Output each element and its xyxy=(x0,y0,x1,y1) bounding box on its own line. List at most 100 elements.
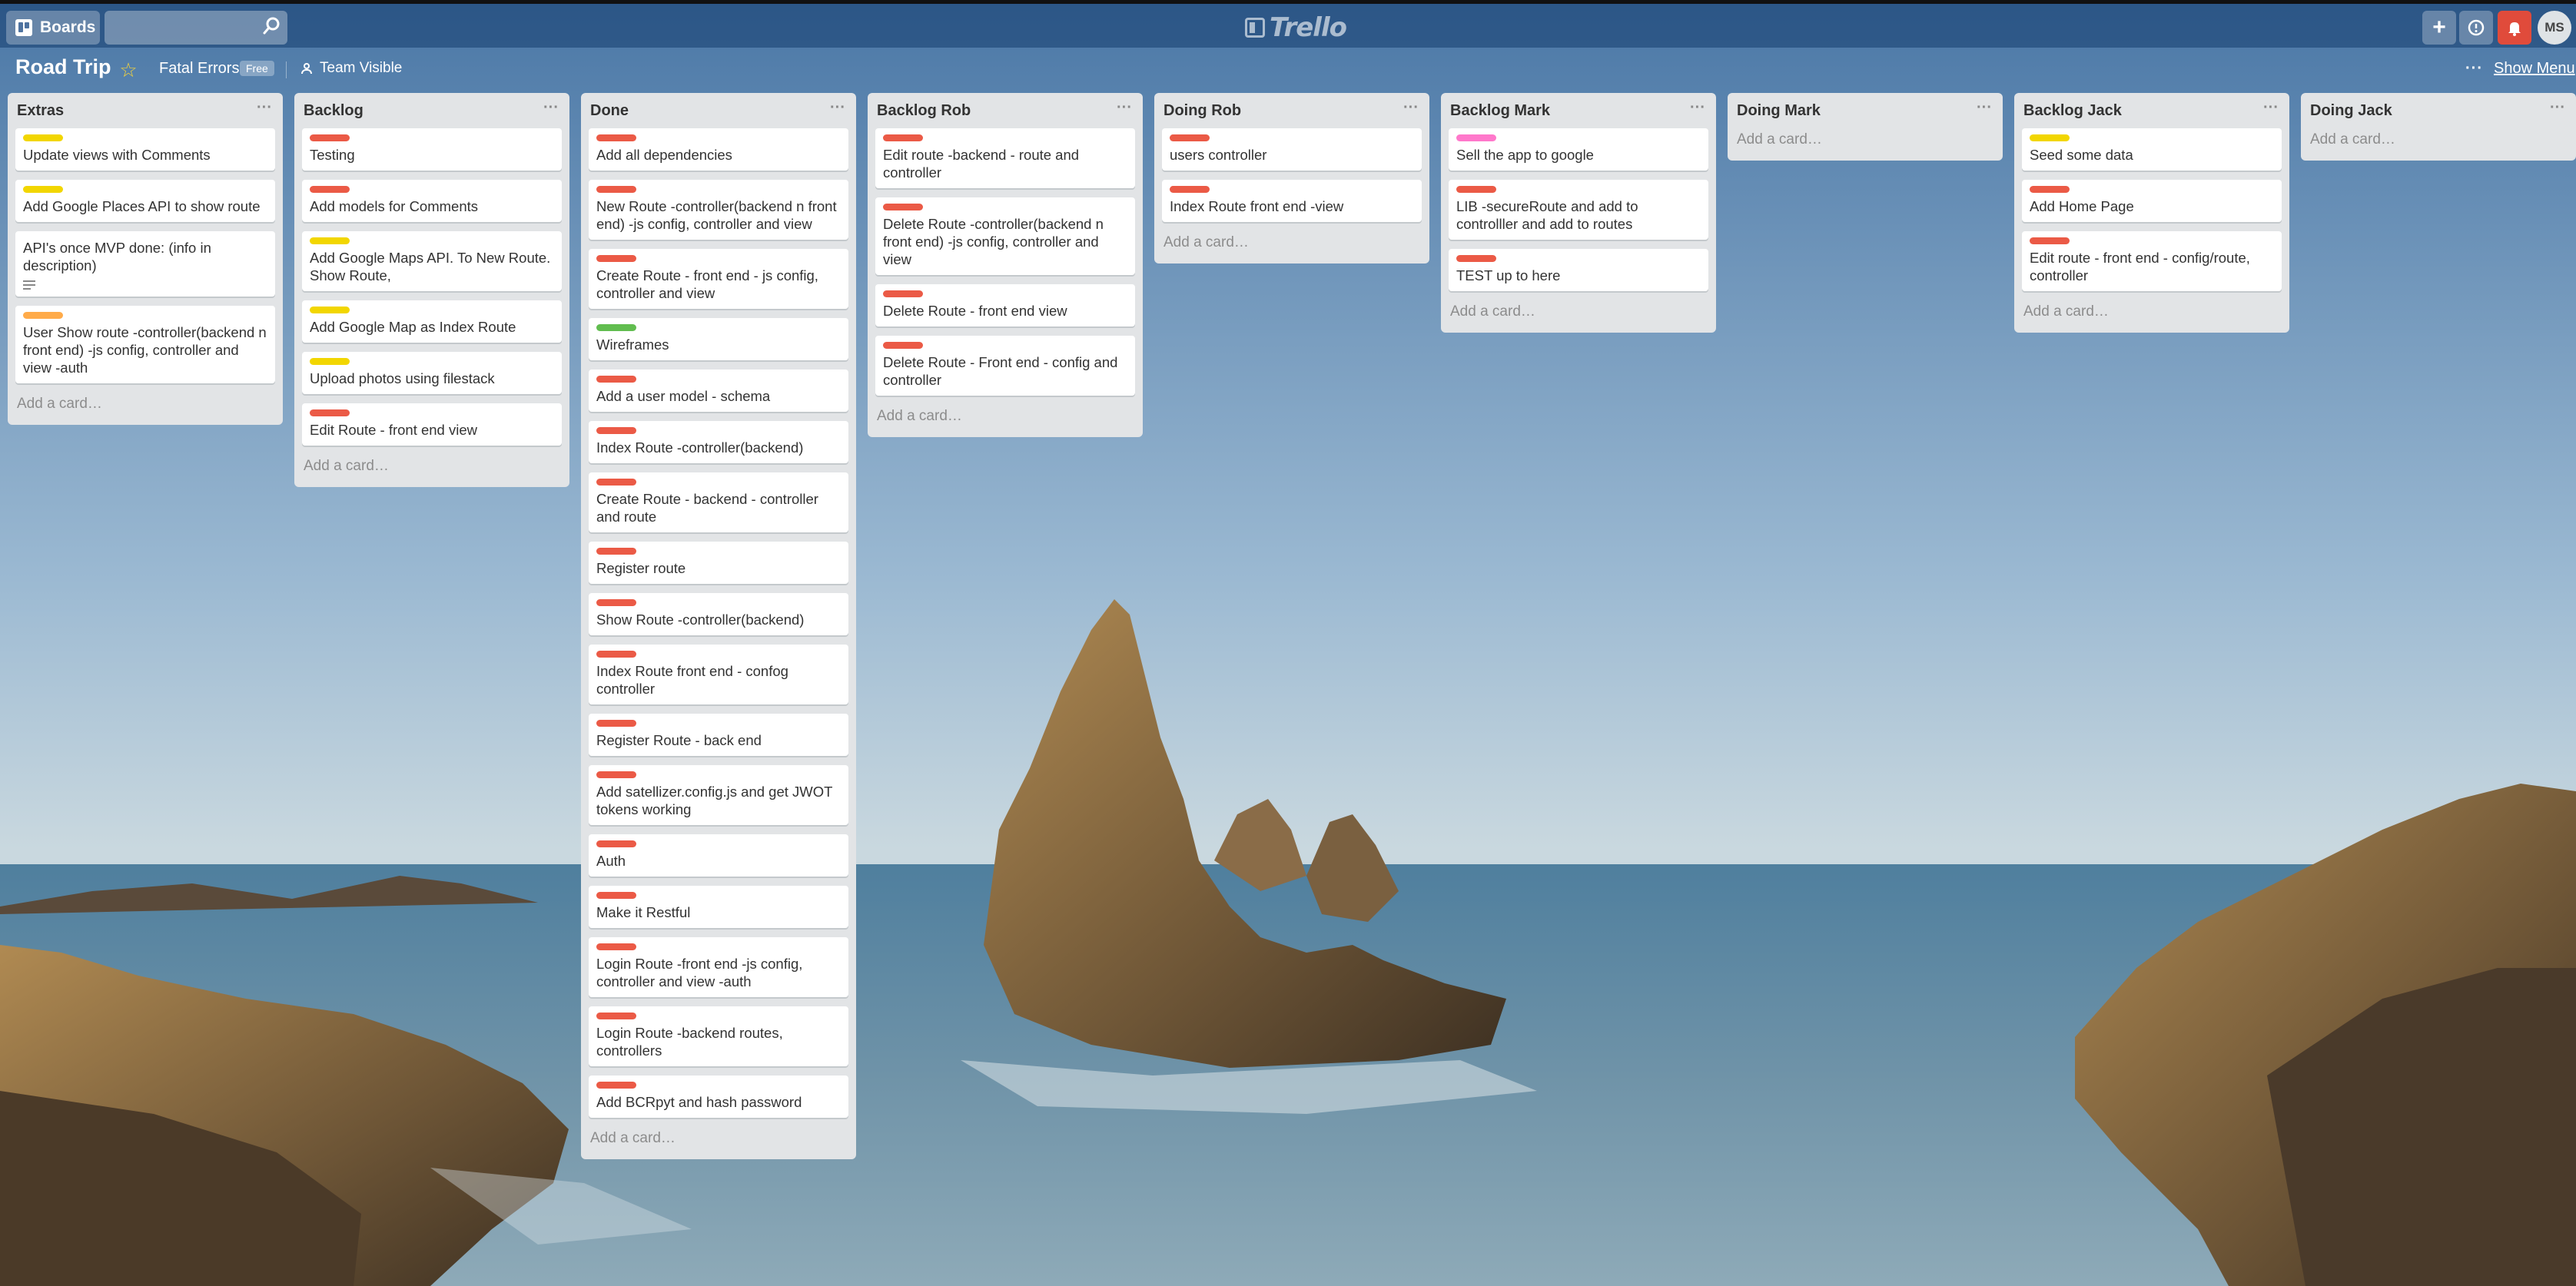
card[interactable]: Add BCRpyt and hash password xyxy=(589,1076,848,1118)
add-card-link[interactable]: Add a card… xyxy=(2309,128,2568,161)
card-label-red xyxy=(596,427,636,434)
board-title[interactable]: Road Trip xyxy=(15,55,111,79)
add-card-link[interactable]: Add a card… xyxy=(2022,300,2282,333)
list-menu-icon[interactable]: ··· xyxy=(1117,99,1132,117)
card[interactable]: Auth xyxy=(589,834,848,877)
card-label-yellow xyxy=(310,307,350,313)
card[interactable]: Add all dependencies xyxy=(589,128,848,171)
add-card-link[interactable]: Add a card… xyxy=(1162,231,1422,263)
card[interactable]: Add models for Comments xyxy=(302,180,562,222)
list-doing-jack: Doing Jack ··· Add a card… xyxy=(2301,93,2576,161)
search-input[interactable] xyxy=(105,11,287,45)
card[interactable]: Add a user model - schema xyxy=(589,370,848,412)
card-title: Upload photos using filestack xyxy=(310,370,495,386)
list-header: Doing Rob ··· xyxy=(1162,93,1422,128)
card-title: Add Google Maps API. To New Route. Show … xyxy=(310,250,551,283)
card-title: Wireframes xyxy=(596,336,669,353)
boards-icon xyxy=(15,19,32,36)
list-menu-icon[interactable]: ··· xyxy=(2550,99,2565,117)
trello-logo-text: Trello xyxy=(1270,12,1347,43)
boards-button[interactable]: Boards xyxy=(6,11,100,45)
list-menu-icon[interactable]: ··· xyxy=(1977,99,1992,117)
card-label-red xyxy=(883,204,923,210)
card-title: Edit route - front end - config/route, c… xyxy=(2030,250,2250,283)
team-name[interactable]: Fatal Errors xyxy=(159,60,239,78)
list-menu-icon[interactable]: ··· xyxy=(1403,99,1419,117)
card[interactable]: Seed some data xyxy=(2022,128,2282,171)
list-header: Backlog Mark ··· xyxy=(1449,93,1708,128)
card[interactable]: Upload photos using filestack xyxy=(302,352,562,394)
card-label-red xyxy=(596,1013,636,1019)
card[interactable]: Sell the app to google xyxy=(1449,128,1708,171)
card[interactable]: Add satellizer.config.js and get JWOT to… xyxy=(589,765,848,825)
list-title[interactable]: Backlog Jack xyxy=(2023,102,2122,120)
card-label-red xyxy=(596,186,636,193)
list-title[interactable]: Doing Rob xyxy=(1164,102,1241,120)
list-menu-icon[interactable]: ··· xyxy=(257,99,272,117)
card-label-red xyxy=(596,376,636,383)
card[interactable]: Testing xyxy=(302,128,562,171)
card[interactable]: Add Google Places API to show route xyxy=(15,180,275,222)
team-plan-badge: Free xyxy=(240,61,274,76)
add-card-link[interactable]: Add a card… xyxy=(15,393,275,425)
card[interactable]: Delete Route -controller(backend n front… xyxy=(875,197,1135,275)
card[interactable]: Edit Route - front end view xyxy=(302,403,562,446)
list-menu-icon[interactable]: ··· xyxy=(1690,99,1705,117)
list-menu-icon[interactable]: ··· xyxy=(2263,99,2279,117)
list-title[interactable]: Doing Mark xyxy=(1737,102,1821,120)
card[interactable]: Delete Route - Front end - config and co… xyxy=(875,336,1135,396)
add-card-link[interactable]: Add a card… xyxy=(302,455,562,487)
card[interactable]: User Show route -controller(backend n fr… xyxy=(15,306,275,383)
add-card-link[interactable]: Add a card… xyxy=(589,1127,848,1159)
card[interactable]: Register Route - back end xyxy=(589,714,848,756)
show-menu-button[interactable]: ··· Show Menu xyxy=(2465,60,2575,78)
trello-logo[interactable]: Trello xyxy=(1245,12,1347,43)
card[interactable]: Index Route front end - confog controlle… xyxy=(589,645,848,704)
card[interactable]: Add Home Page xyxy=(2022,180,2282,222)
trello-logo-icon xyxy=(1245,18,1265,38)
card[interactable]: Login Route -front end -js config, contr… xyxy=(589,937,848,997)
list-title[interactable]: Backlog Mark xyxy=(1450,102,1550,120)
card[interactable]: Create Route - backend - controller and … xyxy=(589,472,848,532)
list-menu-icon[interactable]: ··· xyxy=(830,99,845,117)
add-button[interactable]: + xyxy=(2422,11,2456,45)
card[interactable]: Make it Restful xyxy=(589,886,848,928)
card-label-red xyxy=(596,892,636,899)
card[interactable]: API's once MVP done: (info in descriptio… xyxy=(15,231,275,297)
top-header-bar: Boards Trello + MS xyxy=(0,0,2576,48)
card[interactable]: New Route -controller(backend n front en… xyxy=(589,180,848,240)
search-icon[interactable] xyxy=(261,15,283,37)
card[interactable]: TEST up to here xyxy=(1449,249,1708,291)
card[interactable]: Edit route -backend - route and controll… xyxy=(875,128,1135,188)
card[interactable]: Index Route -controller(backend) xyxy=(589,421,848,463)
card[interactable]: Add Google Maps API. To New Route. Show … xyxy=(302,231,562,291)
list-title[interactable]: Backlog Rob xyxy=(877,102,971,120)
card[interactable]: Edit route - front end - config/route, c… xyxy=(2022,231,2282,291)
star-icon[interactable]: ☆ xyxy=(115,57,141,83)
list-title[interactable]: Done xyxy=(590,102,629,120)
card[interactable]: Create Route - front end - js config, co… xyxy=(589,249,848,309)
card[interactable]: Login Route -backend routes, controllers xyxy=(589,1006,848,1066)
notifications-button[interactable] xyxy=(2498,11,2531,45)
team-icon xyxy=(301,63,312,74)
card[interactable]: Delete Route - front end view xyxy=(875,284,1135,326)
add-card-link[interactable]: Add a card… xyxy=(1449,300,1708,333)
add-card-link[interactable]: Add a card… xyxy=(875,405,1135,437)
visibility-button[interactable]: Team Visible xyxy=(301,60,402,77)
card-title: TEST up to here xyxy=(1456,267,1561,283)
list-title[interactable]: Doing Jack xyxy=(2310,102,2392,120)
list-menu-icon[interactable]: ··· xyxy=(543,99,559,117)
card[interactable]: Index Route front end -view xyxy=(1162,180,1422,222)
list-title[interactable]: Extras xyxy=(17,102,64,120)
card[interactable]: Wireframes xyxy=(589,318,848,360)
add-card-link[interactable]: Add a card… xyxy=(1735,128,1995,161)
info-button[interactable] xyxy=(2459,11,2493,45)
card[interactable]: Update views with Comments xyxy=(15,128,275,171)
list-title[interactable]: Backlog xyxy=(304,102,363,120)
card[interactable]: Show Route -controller(backend) xyxy=(589,593,848,635)
card[interactable]: users controller xyxy=(1162,128,1422,171)
card[interactable]: LIB -secureRoute and add to controlller … xyxy=(1449,180,1708,240)
card[interactable]: Register route xyxy=(589,542,848,584)
card[interactable]: Add Google Map as Index Route xyxy=(302,300,562,343)
avatar[interactable]: MS xyxy=(2538,11,2571,45)
